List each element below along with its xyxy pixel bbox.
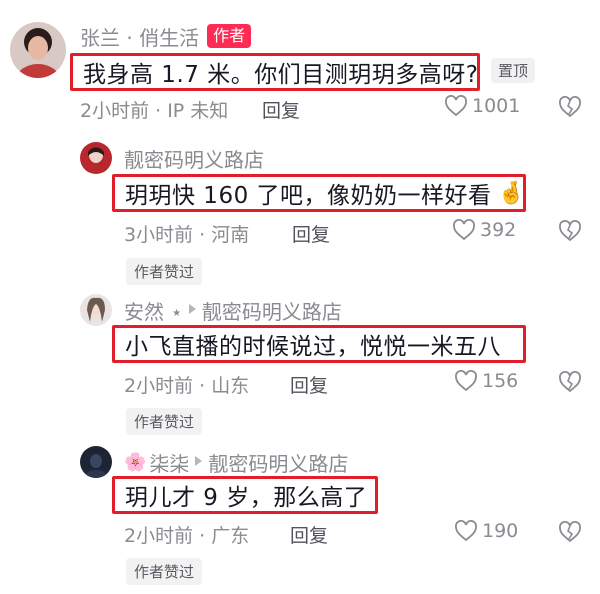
like-count: 392: [480, 219, 517, 241]
flower-icon: 🌸: [124, 451, 147, 473]
heart-outline-icon: [445, 95, 467, 117]
author-name-row: 安然 ⋆ 靓密码明义路店: [124, 296, 342, 325]
heart-outline-icon: [455, 520, 477, 542]
author-name[interactable]: 柒柒: [149, 448, 189, 477]
comment-text: 玥玥快 160 了吧，像奶奶一样好看: [125, 183, 492, 209]
comment-text: 我身高 1.7 米。你们目测玥玥多高呀?: [83, 62, 479, 88]
author-name[interactable]: 安然 ⋆: [124, 296, 183, 325]
dislike-button[interactable]: [558, 371, 582, 397]
reply-button[interactable]: 回复: [290, 521, 328, 548]
comment-text-highlight: 玥儿才 9 岁，那么高了: [112, 476, 378, 514]
author-liked-badge: 作者赞过: [126, 558, 203, 585]
author-liked-badge: 作者赞过: [126, 408, 203, 435]
heart-outline-icon: [455, 370, 477, 392]
crossed-fingers-icon: 🤞: [497, 180, 525, 206]
like-count: 1001: [472, 95, 521, 117]
pinned-badge: 置顶: [491, 58, 536, 83]
reply-to-name[interactable]: 靓密码明义路店: [208, 448, 348, 477]
like-count: 156: [482, 370, 519, 392]
comment-text: 小飞直播的时候说过，悦悦一米五八: [125, 334, 501, 360]
reply-arrow-icon: [195, 456, 203, 466]
author-name-row: 靓密码明义路店: [124, 144, 264, 173]
author-name[interactable]: 靓密码明义路店: [124, 144, 264, 173]
author-name-row: 🌸 柒柒 靓密码明义路店: [124, 448, 348, 477]
broken-heart-icon: [559, 220, 581, 242]
like-button[interactable]: 1001: [444, 95, 520, 117]
like-button[interactable]: 392: [452, 219, 516, 241]
broken-heart-icon: [559, 96, 581, 118]
like-button[interactable]: 156: [454, 370, 518, 392]
author-badge: 作者: [207, 24, 252, 48]
dislike-button[interactable]: [558, 96, 582, 122]
reply-to-name[interactable]: 靓密码明义路店: [202, 296, 342, 325]
broken-heart-icon: [559, 371, 581, 393]
comment-text-highlight: 小飞直播的时候说过，悦悦一米五八: [112, 325, 526, 363]
reply-button[interactable]: 回复: [290, 371, 328, 398]
broken-heart-icon: [559, 521, 581, 543]
avatar[interactable]: [80, 446, 112, 478]
author-name[interactable]: 张兰 · 俏生活: [80, 22, 199, 51]
comment-text-highlight: 玥玥快 160 了吧，像奶奶一样好看 🤞: [112, 174, 526, 212]
author-liked-badge: 作者赞过: [126, 258, 203, 285]
reply-arrow-icon: [188, 304, 196, 314]
heart-outline-icon: [453, 219, 475, 241]
avatar[interactable]: [10, 22, 66, 78]
comment-meta: 2小时前 · IP 未知: [80, 100, 229, 122]
reply-button[interactable]: 回复: [262, 96, 300, 123]
dislike-button[interactable]: [558, 220, 582, 246]
avatar[interactable]: [80, 294, 112, 326]
comment-meta: 2小时前 · 山东: [124, 375, 250, 397]
comment-meta: 3小时前 · 河南: [124, 224, 250, 246]
comment-text-highlight: 我身高 1.7 米。你们目测玥玥多高呀?: [70, 53, 480, 91]
author-name-row: 张兰 · 俏生活 作者: [80, 22, 252, 51]
comment-meta: 2小时前 · 广东: [124, 525, 250, 547]
dislike-button[interactable]: [558, 521, 582, 547]
like-count: 190: [482, 520, 519, 542]
avatar[interactable]: [80, 142, 112, 174]
reply-button[interactable]: 回复: [292, 220, 330, 247]
comment-text: 玥儿才 9 岁，那么高了: [125, 485, 368, 511]
like-button[interactable]: 190: [454, 520, 518, 542]
